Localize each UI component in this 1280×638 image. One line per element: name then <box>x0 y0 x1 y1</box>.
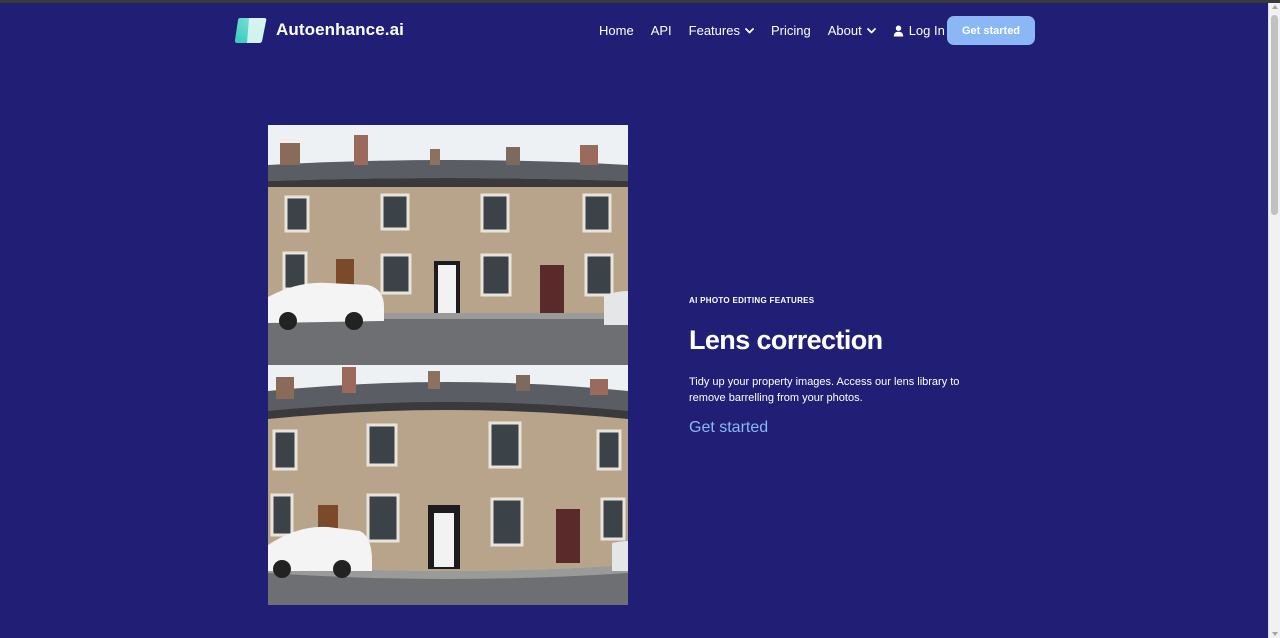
nav-item-label: API <box>650 23 672 38</box>
corrected-house-photo <box>268 365 628 605</box>
nav-item-pricing[interactable]: Pricing <box>771 23 811 38</box>
scroll-down-arrow-icon[interactable] <box>1272 632 1278 636</box>
feature-description: Tidy up your property images. Access our… <box>689 376 960 404</box>
chevron-down-icon <box>866 27 876 33</box>
lens-correction-comparison-image <box>268 125 628 605</box>
brand-home-link[interactable]: Autoenhance.ai <box>234 16 404 44</box>
scrollbar-thumb[interactable] <box>1271 15 1278 215</box>
get-started-link[interactable]: Get started <box>689 419 768 437</box>
page-scrollbar[interactable] <box>1268 3 1280 638</box>
nav-item-home[interactable]: Home <box>599 23 634 38</box>
site-header: Autoenhance.ai Home API Features Pricing… <box>0 3 1268 59</box>
login-link[interactable]: Log In <box>893 23 945 38</box>
login-label: Log In <box>908 23 945 38</box>
nav-item-features[interactable]: Features <box>689 23 754 38</box>
get-started-button[interactable]: Get started <box>947 16 1035 45</box>
nav-item-label: Pricing <box>770 23 811 38</box>
original-house-photo <box>268 125 628 365</box>
brand-name: Autoenhance.ai <box>276 20 404 39</box>
nav-item-label: Features <box>688 23 740 38</box>
user-icon <box>893 25 903 36</box>
feature-eyebrow: AI PHOTO EDITING FEATURES <box>689 296 815 305</box>
nav-item-label: Home <box>599 23 634 38</box>
chevron-down-icon <box>745 27 754 33</box>
autoenhance-logo-icon <box>234 18 267 43</box>
nav-item-label: About <box>827 23 862 38</box>
main-nav: Home API Features Pricing About Log In <box>599 23 945 38</box>
nav-item-about[interactable]: About <box>828 23 876 38</box>
nav-item-api[interactable]: API <box>651 23 672 38</box>
feature-section: AI PHOTO EDITING FEATURES Lens correctio… <box>689 296 999 437</box>
feature-title: Lens correction <box>689 325 883 355</box>
scroll-up-arrow-icon[interactable] <box>1272 5 1278 9</box>
